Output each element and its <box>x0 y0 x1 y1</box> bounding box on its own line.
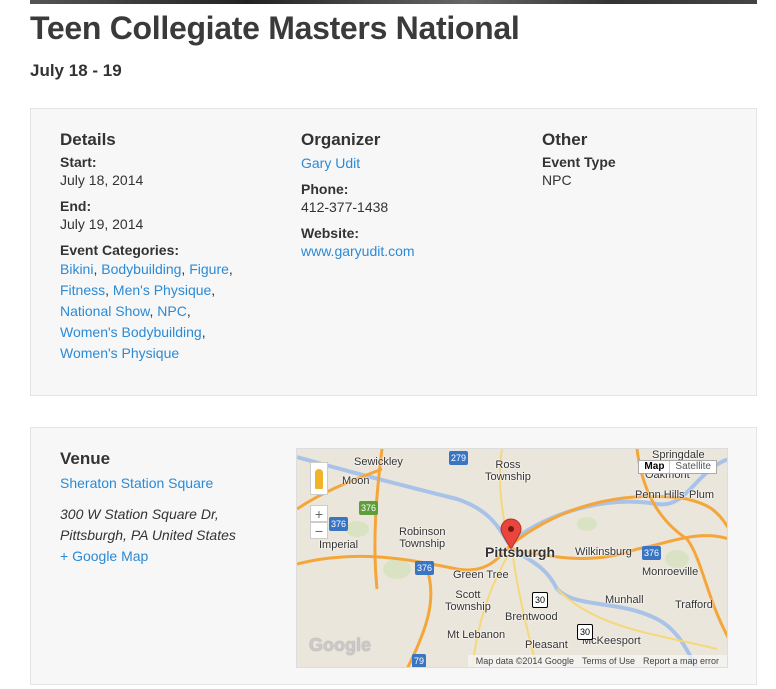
google-map-link[interactable]: + Google Map <box>60 548 148 564</box>
highway-shield-icon: 279 <box>449 451 469 465</box>
end-date: July 19, 2014 <box>60 216 144 232</box>
category-list: Bikini, Bodybuilding, Figure, Fitness, M… <box>60 261 233 361</box>
start-date: July 18, 2014 <box>60 172 144 188</box>
google-map[interactable]: Sewickley Moon Ross Township Oakmont Penn Hil… <box>296 448 728 668</box>
google-logo[interactable]: Google <box>309 636 371 654</box>
details-heading: Details <box>60 130 116 149</box>
category-link[interactable]: Fitness <box>60 282 105 298</box>
highway-shield-icon: 30 <box>532 592 549 608</box>
category-link[interactable]: Women's Physique <box>60 345 179 361</box>
map-place-label: Penn Hills <box>635 489 685 501</box>
map-place-label: Moon <box>342 475 370 487</box>
organizer-column: Organizer Gary Udit Phone: 412-377-1438 … <box>301 129 491 269</box>
category-link[interactable]: Figure <box>189 261 229 277</box>
event-type-value: NPC <box>542 172 572 188</box>
map-place-label: Mt Lebanon <box>447 629 506 641</box>
other-column: Other Event Type NPC <box>542 129 732 198</box>
map-place-label: Plum <box>689 489 715 501</box>
report-map-error-link[interactable]: Report a map error <box>643 656 719 666</box>
website-link[interactable]: www.garyudit.com <box>301 243 415 259</box>
map-place-label: Robinson Township <box>399 526 446 550</box>
map-place-label: Monroeville <box>642 566 699 578</box>
phone-label: Phone: <box>301 181 349 197</box>
event-type-label: Event Type <box>542 154 616 170</box>
organizer-link[interactable]: Gary Udit <box>301 155 360 171</box>
zoom-in-button[interactable]: + <box>310 505 328 522</box>
venue-heading: Venue <box>60 449 111 468</box>
map-place-label: Brentwood <box>505 611 558 623</box>
website-label: Website: <box>301 225 360 241</box>
category-link[interactable]: Women's Bodybuilding <box>60 324 202 340</box>
map-footer: Map data ©2014 Google Terms of Use Repor… <box>467 655 727 667</box>
highway-shield-icon: 30 <box>577 624 594 640</box>
end-label: End: <box>60 198 92 214</box>
phone-value: 412-377-1438 <box>301 199 389 215</box>
street-view-pegman-icon[interactable] <box>310 462 328 495</box>
page-title: Teen Collegiate Masters National <box>30 10 520 46</box>
category-link[interactable]: Men's Physique <box>113 282 211 298</box>
highway-shield-icon: 376 <box>359 501 379 515</box>
other-heading: Other <box>542 130 588 149</box>
map-type-toggle: Map Satellite <box>638 460 717 474</box>
map-place-label: Sewickley <box>354 456 403 468</box>
map-place-label: Trafford <box>675 599 713 611</box>
header-banner-image <box>30 0 757 4</box>
venue-column: Venue Sheraton Station Square 300 W Stat… <box>60 448 260 567</box>
terms-of-use-link[interactable]: Terms of Use <box>582 656 635 666</box>
venue-address-line1: 300 W Station Square Dr, <box>60 506 219 522</box>
highway-shield-icon: 376 <box>642 546 662 560</box>
map-place-label: Munhall <box>605 594 644 606</box>
map-type-map-button[interactable]: Map <box>639 461 669 473</box>
map-place-label: Ross Township <box>485 459 531 483</box>
highway-shield-icon: 79 <box>412 654 427 667</box>
map-type-satellite-button[interactable]: Satellite <box>669 461 716 473</box>
category-link[interactable]: Bikini <box>60 261 93 277</box>
map-place-label: Pittsburgh <box>485 544 555 560</box>
highway-shield-icon: 376 <box>329 517 349 531</box>
map-place-label: Pleasant <box>525 639 568 651</box>
venue-address-line2: Pittsburgh, PA United States <box>60 527 236 543</box>
highway-shield-icon: 376 <box>415 561 435 575</box>
map-place-label: Scott Township <box>445 589 491 613</box>
map-attribution: Map data ©2014 Google <box>475 656 574 666</box>
map-place-label: Green Tree <box>453 569 509 581</box>
category-link[interactable]: National Show <box>60 303 150 319</box>
venue-panel: Venue Sheraton Station Square 300 W Stat… <box>30 427 757 685</box>
details-column: Details Start: July 18, 2014 End: July 1… <box>60 129 250 364</box>
categories-label: Event Categories: <box>60 242 180 258</box>
zoom-out-button[interactable]: − <box>310 522 328 539</box>
map-place-label: Imperial <box>319 539 359 551</box>
event-date: July 18 - 19 <box>30 61 122 80</box>
category-link[interactable]: NPC <box>157 303 187 319</box>
venue-link[interactable]: Sheraton Station Square <box>60 475 213 491</box>
event-details-panel: Details Start: July 18, 2014 End: July 1… <box>30 108 757 396</box>
organizer-heading: Organizer <box>301 130 381 149</box>
category-link[interactable]: Bodybuilding <box>101 261 181 277</box>
start-label: Start: <box>60 154 97 170</box>
map-place-label: Wilkinsburg <box>575 546 632 558</box>
